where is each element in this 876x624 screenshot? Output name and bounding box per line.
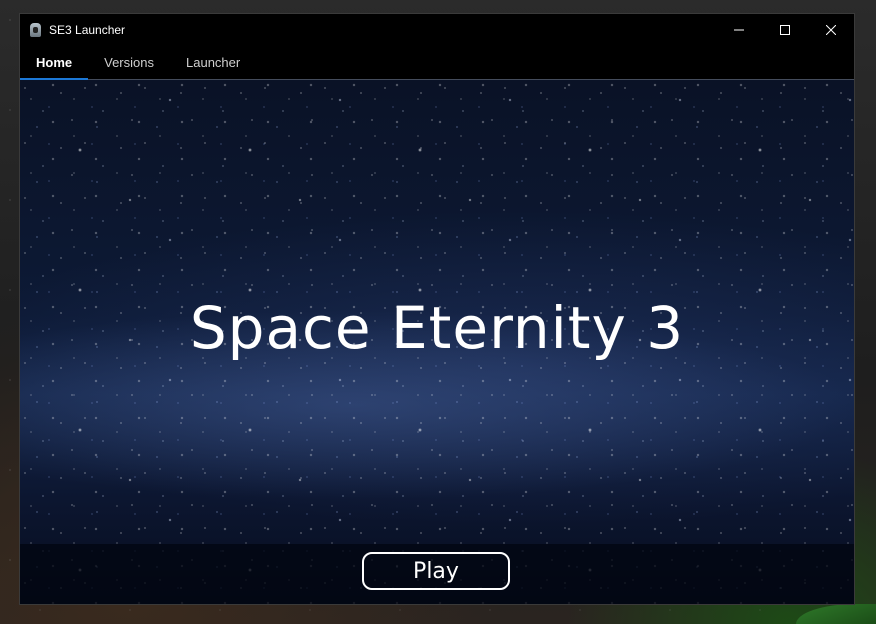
game-title: Space Eternity 3	[189, 294, 685, 362]
minimize-icon	[734, 29, 744, 31]
tab-label: Home	[36, 55, 73, 70]
close-icon	[826, 25, 836, 35]
tab-bar: Home Versions Launcher	[20, 46, 854, 80]
tab-versions[interactable]: Versions	[88, 46, 170, 79]
play-button-label: Play	[413, 558, 459, 584]
launcher-icon	[30, 23, 41, 37]
title-bar[interactable]: SE3 Launcher	[20, 14, 854, 46]
window-controls	[716, 14, 854, 46]
minimize-button[interactable]	[716, 14, 762, 46]
window-title: SE3 Launcher	[49, 23, 126, 37]
close-button[interactable]	[808, 14, 854, 46]
launch-footer: Play	[20, 544, 854, 604]
tab-home[interactable]: Home	[20, 46, 89, 80]
tab-label: Launcher	[186, 55, 241, 70]
launcher-window: SE3 Launcher Home Versions Launcher Spac…	[19, 13, 855, 605]
play-button[interactable]: Play	[362, 552, 510, 590]
maximize-button[interactable]	[762, 14, 808, 46]
maximize-icon	[780, 25, 790, 35]
tab-label: Versions	[104, 55, 154, 70]
tab-launcher[interactable]: Launcher	[170, 46, 256, 79]
home-panel: Space Eternity 3 Play	[20, 80, 854, 604]
